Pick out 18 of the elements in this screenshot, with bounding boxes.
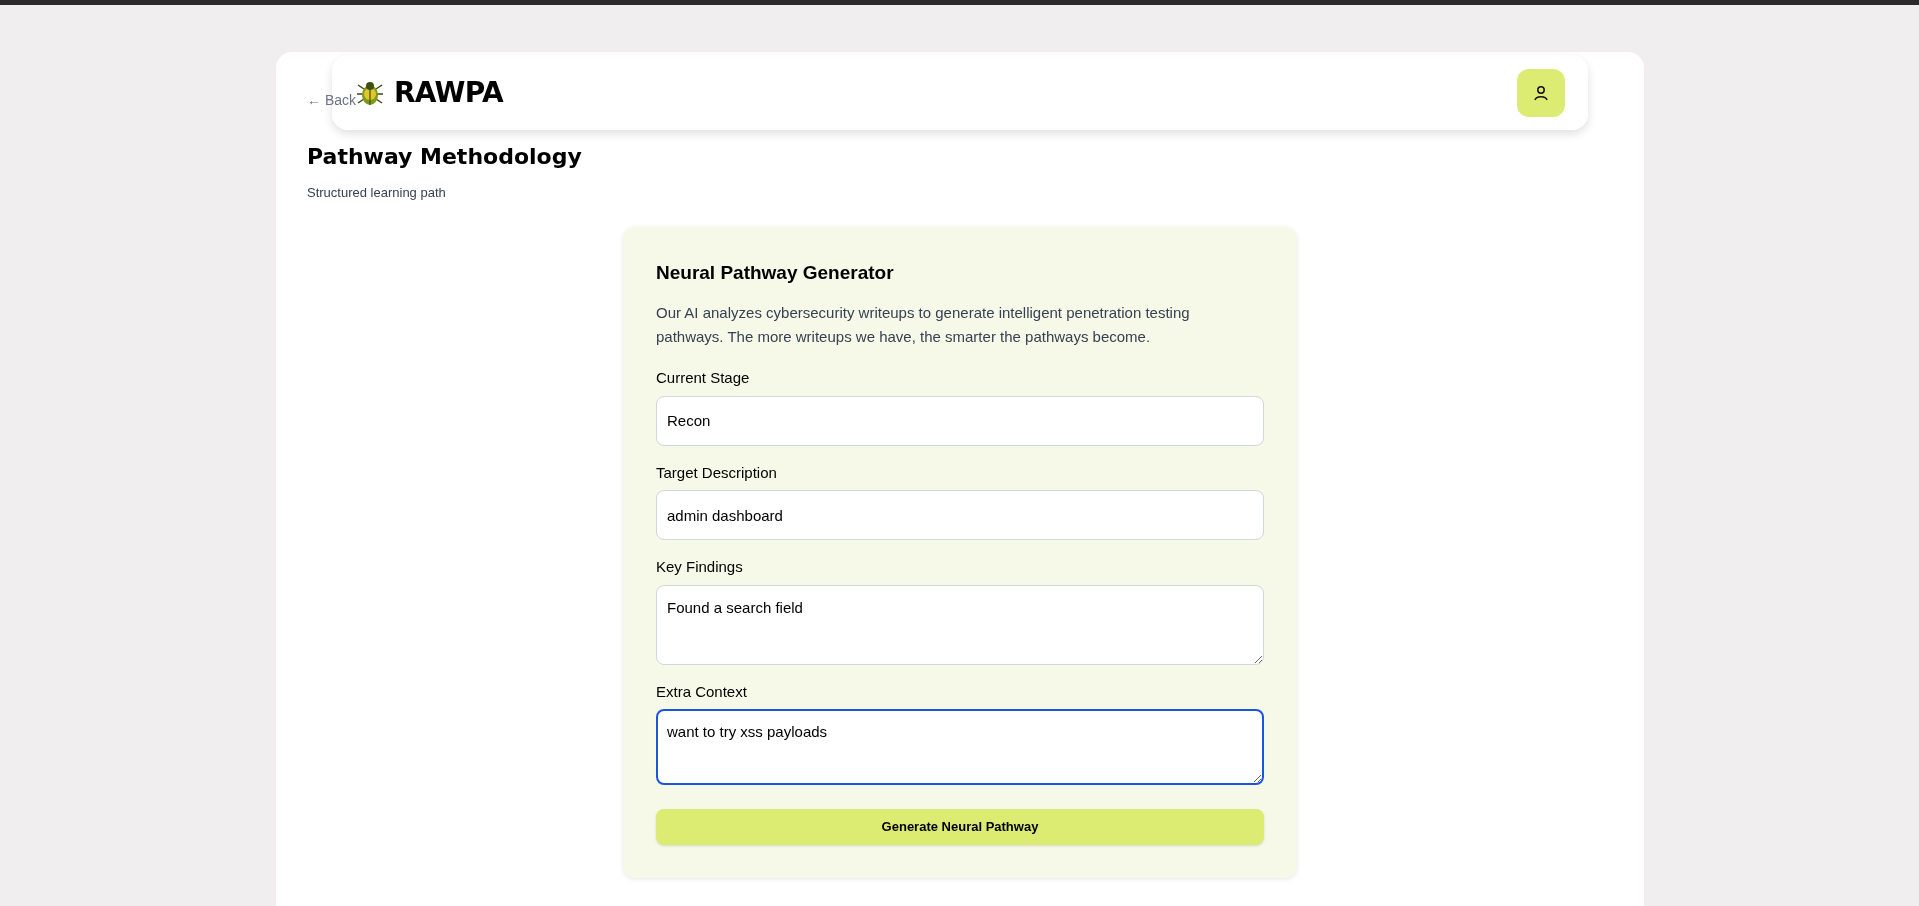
back-link[interactable]: ← Back bbox=[307, 92, 356, 108]
text-area[interactable]: want to try xss payloads bbox=[656, 709, 1264, 785]
input-field[interactable]: Recon bbox=[656, 395, 1264, 446]
field-label: Extra Context bbox=[656, 681, 748, 702]
input-field[interactable]: admin dashboard bbox=[656, 490, 1264, 540]
page-subtitle: Structured learning path bbox=[307, 184, 447, 202]
text-area[interactable]: Found a search field bbox=[656, 584, 1264, 665]
field-label: Target Description bbox=[656, 462, 778, 483]
profile-button[interactable] bbox=[1517, 68, 1565, 117]
logo-text: RAWPA bbox=[394, 74, 503, 111]
page-title: Pathway Methodology bbox=[307, 143, 583, 171]
beetle-icon bbox=[356, 79, 384, 106]
card-title: Neural Pathway Generator bbox=[656, 260, 895, 285]
generate-button[interactable]: Generate Neural Pathway bbox=[656, 809, 1264, 845]
field-label: Key Findings bbox=[656, 557, 744, 577]
card-description: Our AI analyzes cybersecurity writeups to generate intelligent penetration testing pathways. The more writeups we have, the smarter the pathways become. bbox=[656, 303, 1191, 347]
user-icon bbox=[1533, 84, 1549, 101]
field-label: Current Stage bbox=[656, 368, 751, 388]
